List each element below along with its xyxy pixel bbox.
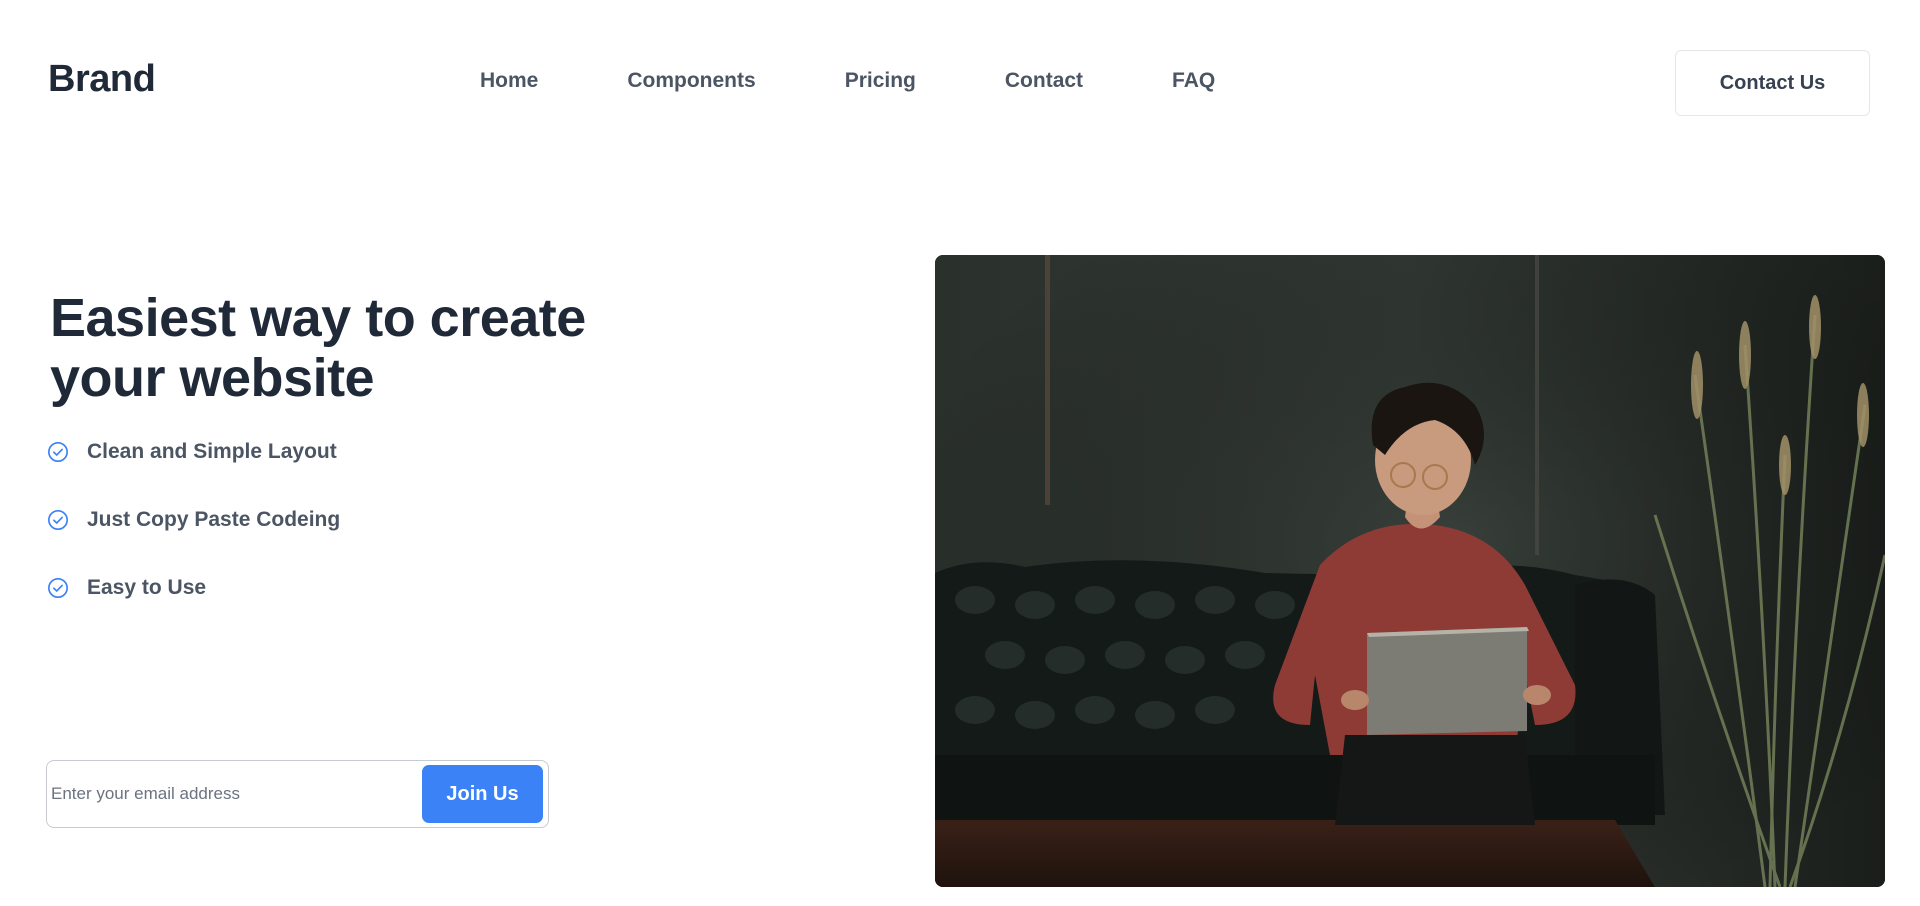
nav-item-home[interactable]: Home [480,68,538,94]
feature-label: Just Copy Paste Codeing [87,508,341,531]
feature-item: Just Copy Paste Codeing [47,506,340,534]
feature-list: Clean and Simple Layout Just Copy Paste … [47,438,340,642]
hero-headline-line-2: your website [50,348,375,408]
email-input[interactable] [49,766,422,822]
check-circle-icon [48,442,68,462]
hero-photo-illustration [935,255,1885,887]
check-circle-icon [48,510,68,530]
nav-item-pricing[interactable]: Pricing [845,68,916,94]
nav-item-components[interactable]: Components [627,68,755,94]
feature-item: Clean and Simple Layout [47,438,340,466]
brand-logo[interactable]: Brand [48,58,156,101]
feature-item: Easy to Use [47,574,340,602]
nav-item-contact[interactable]: Contact [1005,68,1083,94]
feature-label: Easy to Use [87,576,207,599]
site-header: Brand Home Components Pricing Contact FA… [0,0,1920,165]
hero-headline-line-1: Easiest way to create [50,288,586,348]
main-nav: Home Components Pricing Contact FAQ [480,68,1215,94]
feature-label: Clean and Simple Layout [87,440,337,463]
email-signup-form: Join Us [46,760,549,828]
contact-us-button[interactable]: Contact Us [1675,50,1870,116]
hero-image [935,255,1885,887]
check-circle-icon [48,578,68,598]
landing-page: Brand Home Components Pricing Contact FA… [0,0,1920,906]
nav-item-faq[interactable]: FAQ [1172,68,1215,94]
join-us-button[interactable]: Join Us [422,765,543,823]
hero-headline: Easiest way to create your website [50,288,650,408]
